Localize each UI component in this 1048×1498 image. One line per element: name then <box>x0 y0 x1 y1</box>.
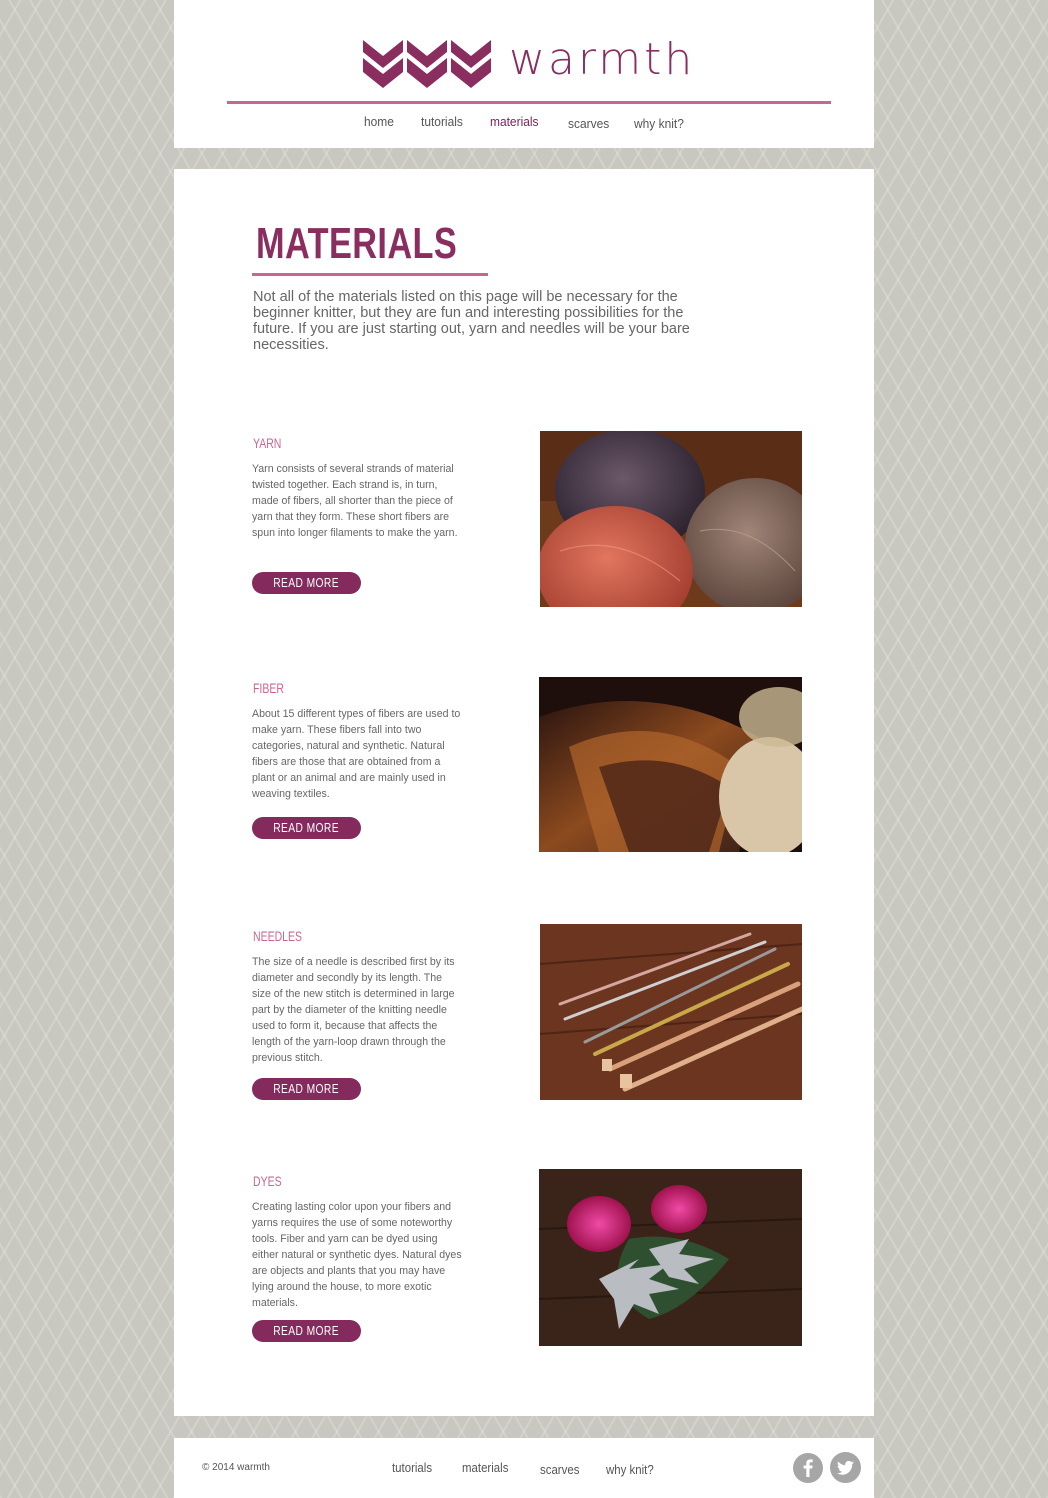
item-title: DYES <box>253 1173 282 1189</box>
main-content: MATERIALS Not all of the materials liste… <box>174 169 874 1416</box>
site-footer: © 2014 warmth tutorials materials scarve… <box>174 1438 874 1498</box>
item-description: Creating lasting color upon your fibers … <box>252 1201 462 1309</box>
logo-chevrons-icon <box>363 40 491 88</box>
page-intro: Not all of the materials listed on this … <box>253 289 690 353</box>
brand-name: warmth <box>509 34 696 85</box>
item-title: YARN <box>253 435 282 451</box>
wool-fiber-photo <box>539 677 802 852</box>
footer-link-materials[interactable]: materials <box>462 1460 508 1475</box>
site-logo[interactable]: warmth <box>363 34 692 90</box>
read-more-button[interactable]: READ MORE <box>252 817 361 839</box>
knitting-needles-photo <box>540 924 802 1100</box>
read-more-button[interactable]: READ MORE <box>252 1078 361 1100</box>
roses-and-leaves-photo <box>539 1169 802 1346</box>
nav-materials[interactable]: materials <box>490 114 539 129</box>
item-title: NEEDLES <box>253 928 303 944</box>
title-divider <box>252 273 488 276</box>
nav-tutorials[interactable]: tutorials <box>421 114 463 129</box>
nav-home[interactable]: home <box>364 114 394 129</box>
footer-link-tutorials[interactable]: tutorials <box>392 1460 432 1475</box>
item-title: FIBER <box>253 680 284 696</box>
footer-link-scarves[interactable]: scarves <box>540 1462 579 1477</box>
facebook-icon[interactable] <box>793 1453 823 1483</box>
yarn-balls-photo <box>540 431 802 607</box>
page-title: MATERIALS <box>256 219 458 268</box>
site-header: warmth home tutorials materials scarves … <box>174 0 874 148</box>
read-more-button[interactable]: READ MORE <box>252 572 361 594</box>
nav-why-knit[interactable]: why knit? <box>634 116 684 131</box>
read-more-button[interactable]: READ MORE <box>252 1320 361 1342</box>
footer-link-why-knit[interactable]: why knit? <box>606 1462 654 1477</box>
copyright: © 2014 warmth <box>202 1462 270 1473</box>
item-description: Yarn consists of several strands of mate… <box>252 463 458 539</box>
item-description: The size of a needle is described first … <box>252 956 455 1064</box>
item-description: About 15 different types of fibers are u… <box>252 708 461 800</box>
twitter-icon[interactable] <box>830 1452 861 1483</box>
header-divider <box>227 101 831 104</box>
nav-scarves[interactable]: scarves <box>568 116 609 131</box>
main-nav: home tutorials materials scarves why kni… <box>174 114 874 134</box>
